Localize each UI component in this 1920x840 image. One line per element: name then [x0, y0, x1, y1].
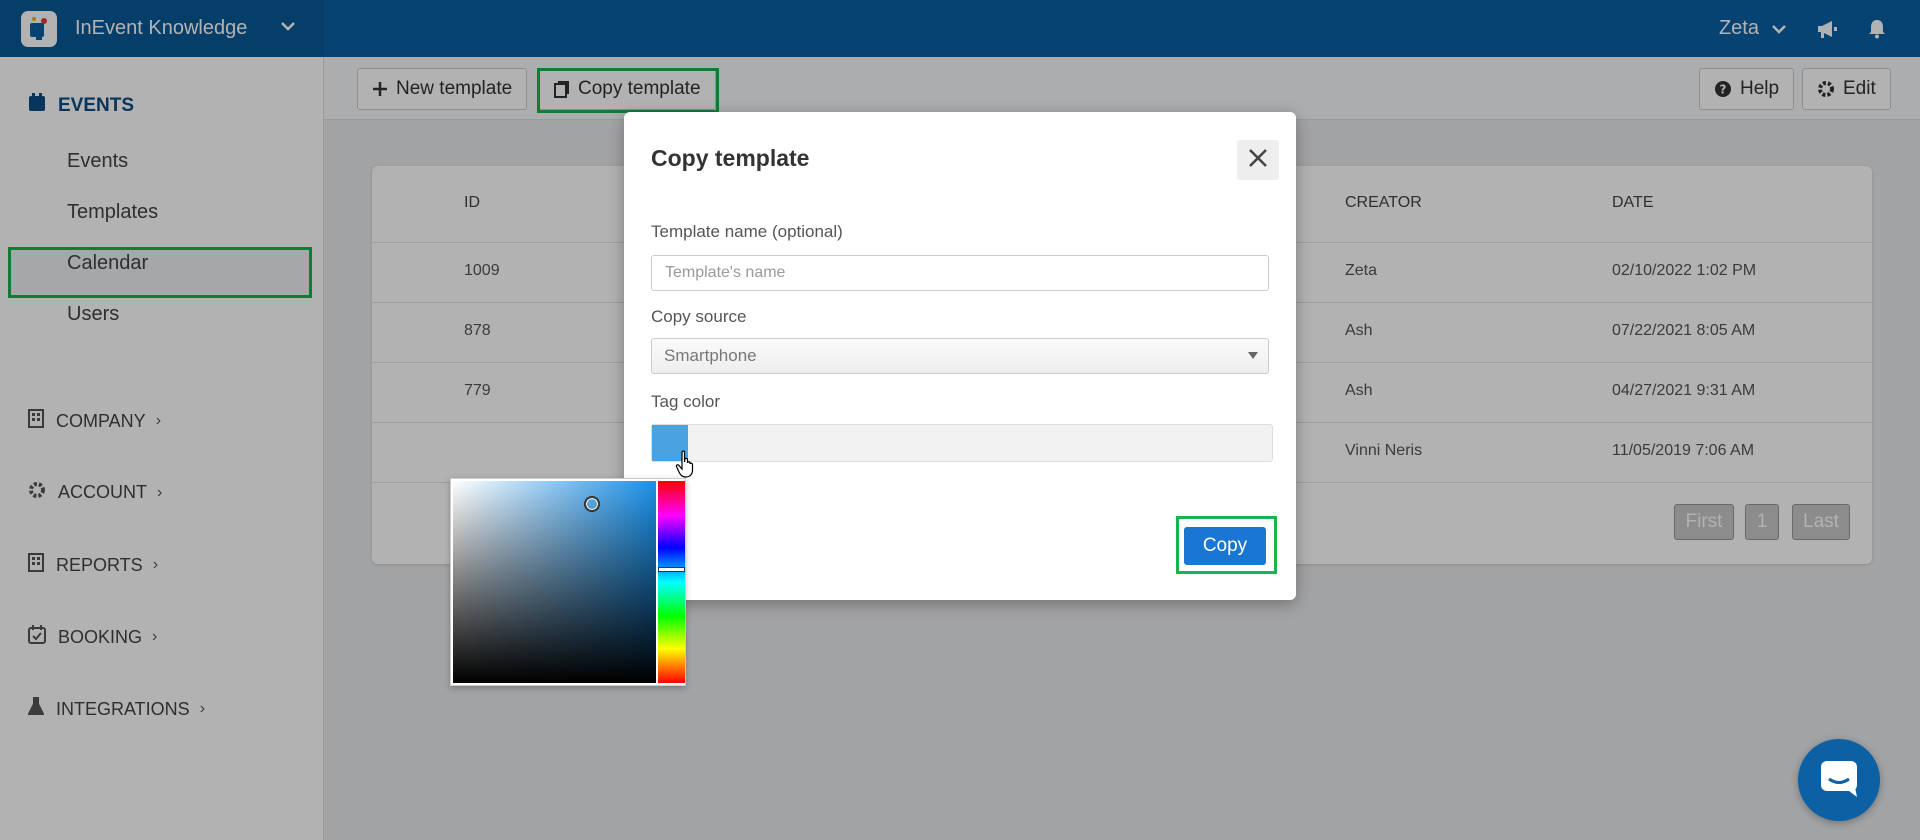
tag-color-field[interactable] — [651, 424, 1273, 462]
caret-down-icon — [1248, 352, 1258, 359]
hue-slider[interactable] — [658, 481, 685, 683]
tag-color-label: Tag color — [651, 392, 720, 411]
template-name-label: Template name (optional) — [651, 222, 843, 241]
close-button[interactable] — [1237, 140, 1279, 180]
copy-button[interactable]: Copy — [1184, 527, 1266, 565]
copy-source-select[interactable]: Smartphone — [651, 338, 1269, 374]
saturation-area[interactable] — [453, 481, 656, 683]
color-picker — [450, 478, 686, 686]
chat-launcher-button[interactable] — [1798, 739, 1880, 821]
copy-source-label: Copy source — [651, 307, 747, 326]
modal-title: Copy template — [651, 145, 810, 171]
copy-source-value: Smartphone — [664, 346, 757, 365]
hand-pointer-icon — [675, 450, 697, 483]
template-name-input[interactable]: Template's name — [651, 255, 1269, 291]
copy-template-modal: Copy template Template name (optional) T… — [624, 112, 1296, 600]
close-icon — [1248, 148, 1268, 173]
saturation-handle[interactable] — [584, 496, 600, 512]
hue-handle[interactable] — [658, 567, 685, 572]
chat-icon — [1819, 759, 1859, 802]
